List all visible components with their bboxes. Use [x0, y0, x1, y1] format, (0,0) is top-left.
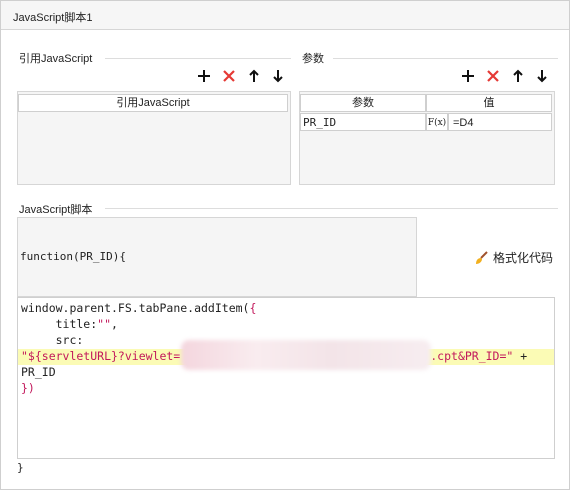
divider	[333, 58, 558, 59]
format-code-button[interactable]: 格式化代码	[474, 249, 553, 266]
ref-list-panel: 引用JavaScript	[17, 91, 291, 185]
code-text: title:	[21, 317, 98, 331]
arrow-up-icon	[513, 69, 523, 82]
code-text: ""	[97, 317, 112, 331]
move-down-param-button[interactable]	[533, 67, 551, 85]
param-value-field[interactable]: =D4	[448, 113, 552, 131]
params-table-panel: 参数 值 PR_ID F(x) =D4	[299, 91, 555, 185]
redaction-blur	[181, 340, 431, 370]
function-signature: function(PR_ID){	[20, 250, 126, 263]
arrow-down-icon	[273, 70, 283, 83]
plus-icon	[198, 70, 210, 82]
plus-icon	[462, 70, 474, 82]
divider	[105, 208, 558, 209]
closing-brace: }	[17, 461, 24, 474]
params-section-label: 参数	[302, 53, 324, 65]
code-text: ,	[111, 317, 118, 331]
move-up-param-button[interactable]	[509, 67, 527, 85]
delete-icon	[487, 70, 499, 82]
code-text: "${servletURL}?viewlet=	[21, 349, 181, 363]
function-signature-panel: function(PR_ID){	[17, 217, 417, 297]
move-up-ref-button[interactable]	[245, 67, 263, 85]
move-down-ref-button[interactable]	[269, 67, 287, 85]
code-text: src:	[21, 333, 84, 347]
arrow-up-icon	[249, 69, 259, 82]
delete-param-button[interactable]	[484, 67, 502, 85]
add-param-button[interactable]	[459, 67, 477, 85]
param-name-cell[interactable]: PR_ID	[300, 113, 426, 131]
arrow-down-icon	[537, 70, 547, 83]
code-editor[interactable]: window.parent.FS.tabPane.addItem({ title…	[17, 297, 555, 459]
tab-javascript-1[interactable]: JavaScript脚本1	[13, 9, 92, 25]
param-value-header[interactable]: 值	[426, 94, 552, 112]
javascript-dialog: JavaScript脚本1 引用JavaScript 引用JavaScript …	[0, 0, 570, 490]
add-ref-button[interactable]	[195, 67, 213, 85]
delete-icon	[223, 70, 235, 82]
script-section-label: JavaScript脚本	[19, 204, 93, 216]
code-text: {	[249, 301, 257, 315]
param-name-header[interactable]: 参数	[300, 94, 426, 112]
format-code-label: 格式化代码	[493, 251, 554, 265]
code-text: +	[513, 349, 528, 363]
formula-button[interactable]: F(x)	[426, 113, 448, 131]
delete-ref-button[interactable]	[220, 67, 238, 85]
code-text: window.parent.FS.tabPane.addItem(	[21, 301, 250, 315]
brush-icon	[476, 250, 488, 264]
code-text: .cpt&PR_ID="	[430, 349, 514, 363]
divider	[105, 58, 291, 59]
code-text: PR_ID	[21, 365, 56, 379]
ref-column-header[interactable]: 引用JavaScript	[18, 94, 288, 112]
formula-icon: F(x)	[427, 118, 447, 128]
code-text: })	[21, 381, 35, 395]
ref-section-label: 引用JavaScript	[19, 53, 93, 65]
